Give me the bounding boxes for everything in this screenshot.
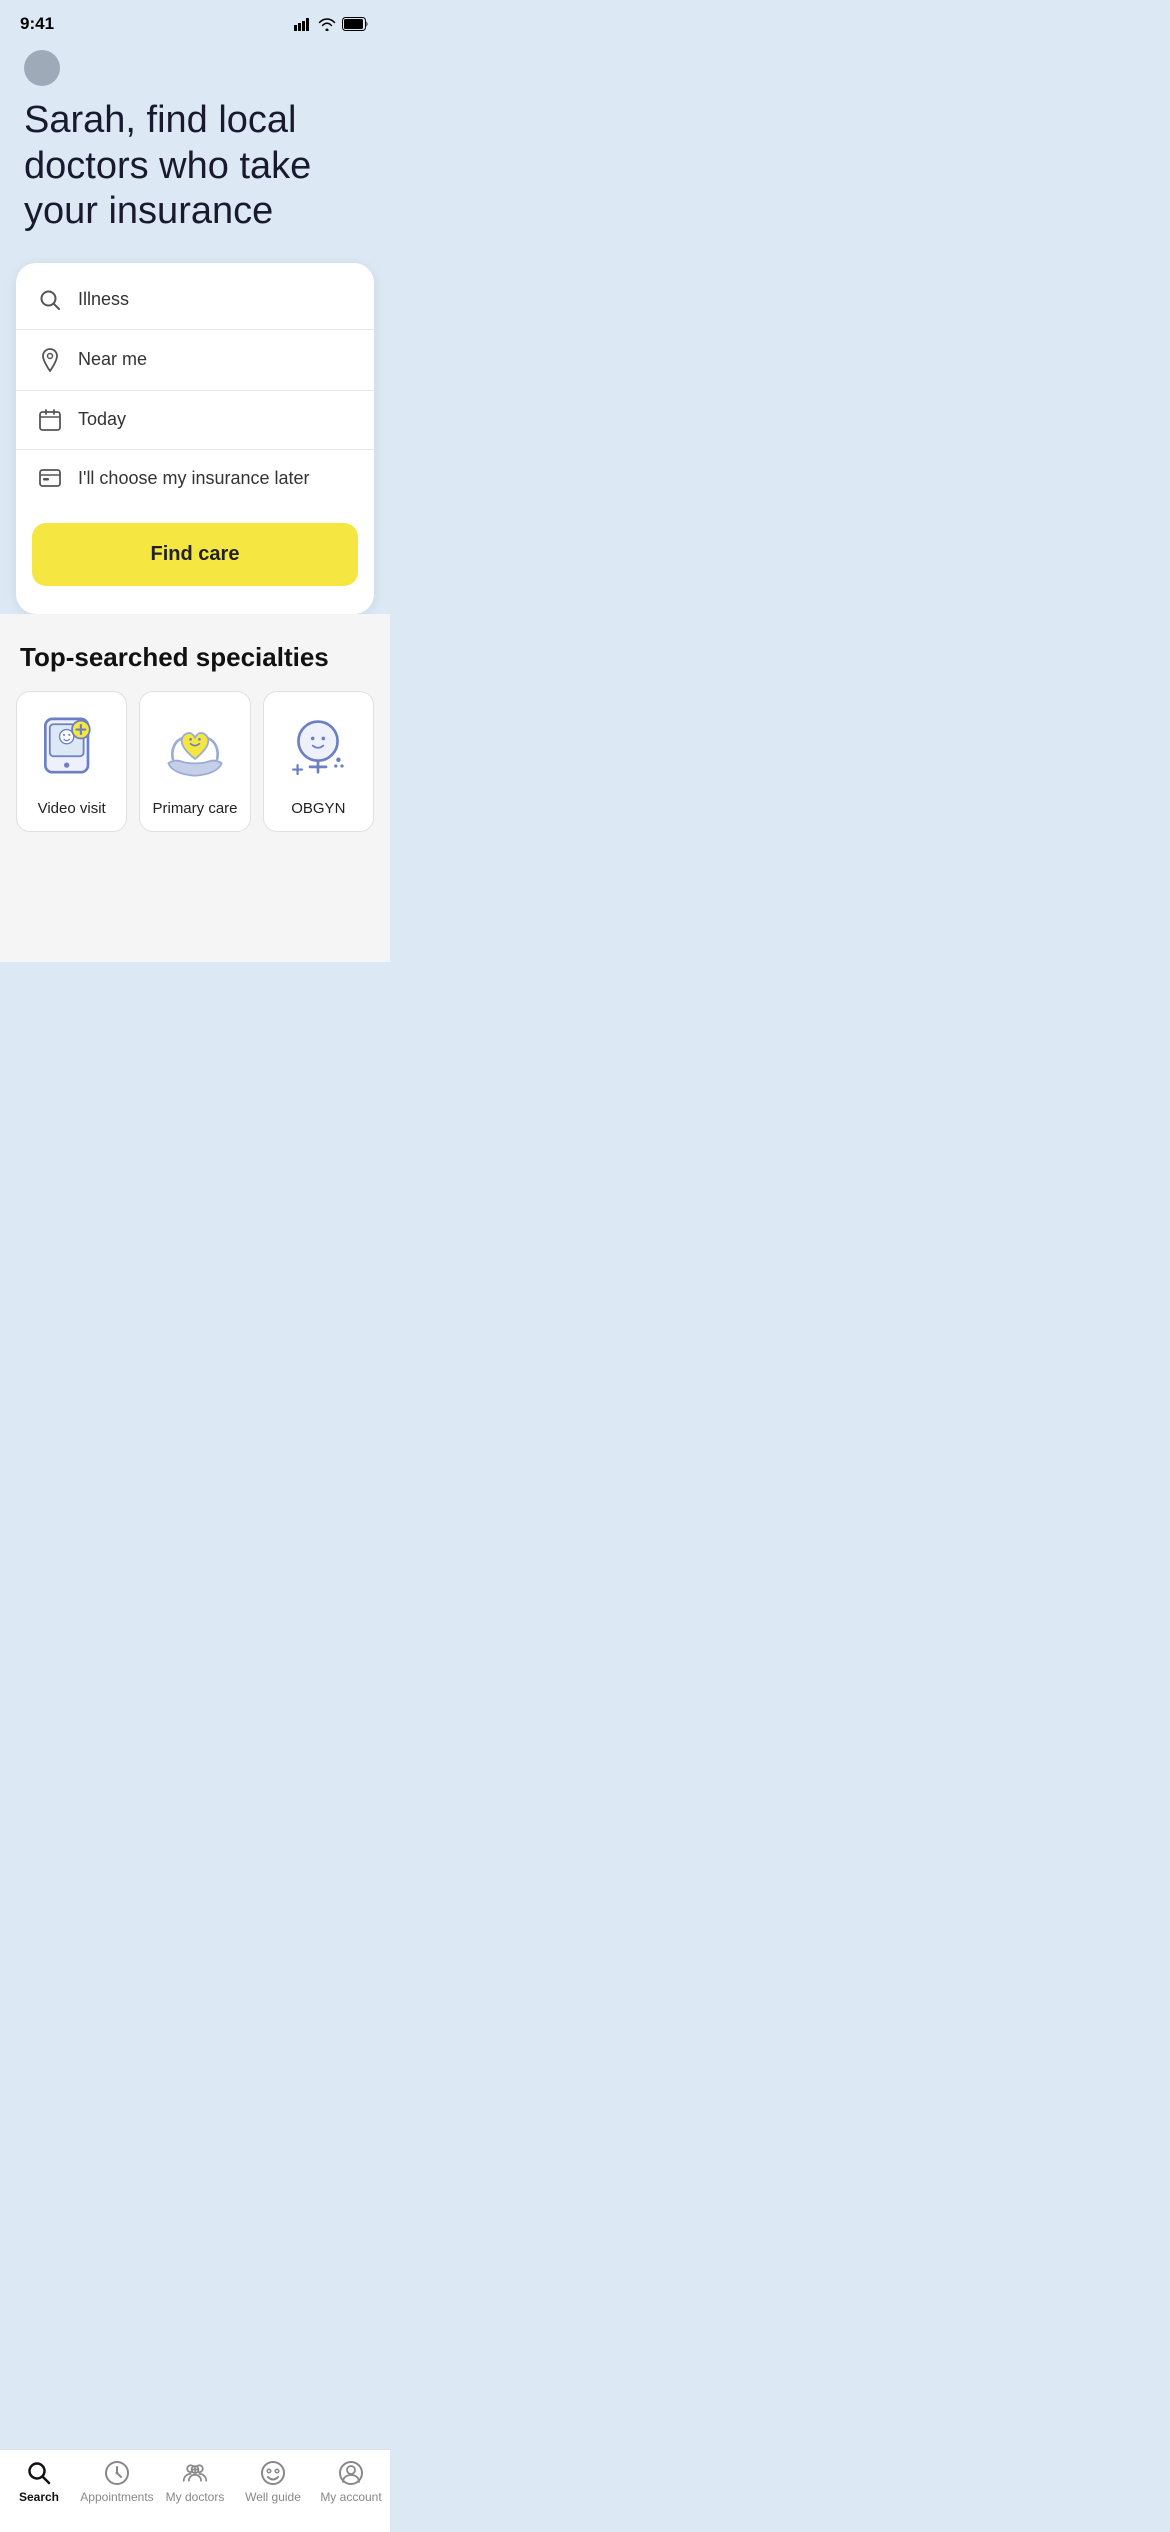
insurance-search-row[interactable]: I'll choose my insurance later — [16, 450, 374, 507]
nav-label-my-account: My account — [320, 2490, 381, 2504]
insurance-icon — [36, 469, 64, 487]
specialty-card-video-visit[interactable]: Video visit — [16, 691, 127, 832]
header-title: Sarah, find local doctors who take your … — [24, 98, 366, 235]
wifi-icon — [318, 17, 336, 31]
date-input[interactable]: Today — [78, 409, 126, 430]
location-input[interactable]: Near me — [78, 349, 147, 370]
search-icon — [36, 289, 64, 311]
nav-label-my-doctors: My doctors — [166, 2490, 225, 2504]
signal-icon — [294, 18, 312, 31]
specialty-label-obgyn: OBGYN — [291, 800, 345, 817]
primary-care-icon — [155, 710, 235, 790]
location-search-row[interactable]: Near me — [16, 330, 374, 391]
insurance-input[interactable]: I'll choose my insurance later — [78, 468, 310, 489]
battery-icon — [342, 17, 370, 31]
search-nav-icon — [26, 2460, 52, 2486]
location-icon — [36, 348, 64, 372]
specialty-label-video-visit: Video visit — [38, 800, 106, 817]
nav-label-search: Search — [19, 2490, 59, 2504]
nav-item-search[interactable]: Search — [0, 2460, 78, 2504]
obgyn-icon — [278, 710, 358, 790]
specialties-row: Video visit Primary care — [0, 691, 390, 852]
main-content: Top-searched specialties Video — [0, 614, 390, 962]
well-guide-nav-icon — [260, 2460, 286, 2486]
specialty-card-primary-care[interactable]: Primary care — [139, 691, 250, 832]
date-search-row[interactable]: Today — [16, 391, 374, 450]
illness-input[interactable]: Illness — [78, 289, 129, 310]
nav-item-my-doctors[interactable]: My doctors — [156, 2460, 234, 2504]
calendar-icon — [36, 409, 64, 431]
status-time: 9:41 — [20, 14, 54, 34]
nav-item-my-account[interactable]: My account — [312, 2460, 390, 2504]
status-icons — [294, 17, 370, 31]
avatar — [24, 50, 60, 86]
video-visit-icon — [32, 710, 112, 790]
nav-item-appointments[interactable]: Appointments — [78, 2460, 156, 2504]
specialty-label-primary-care: Primary care — [152, 800, 237, 817]
nav-label-appointments: Appointments — [80, 2490, 153, 2504]
find-care-button[interactable]: Find care — [32, 523, 358, 586]
illness-search-row[interactable]: Illness — [16, 271, 374, 330]
header-area: Sarah, find local doctors who take your … — [0, 40, 390, 263]
nav-item-well-guide[interactable]: Well guide — [234, 2460, 312, 2504]
appointments-nav-icon — [104, 2460, 130, 2486]
search-card: Illness Near me Today — [16, 263, 374, 614]
status-bar: 9:41 — [0, 0, 390, 40]
nav-label-well-guide: Well guide — [245, 2490, 301, 2504]
specialty-card-obgyn[interactable]: OBGYN — [263, 691, 374, 832]
specialties-section-title: Top-searched specialties — [0, 642, 390, 691]
bottom-nav: Search Appointments — [0, 2449, 390, 2532]
my-account-nav-icon — [338, 2460, 364, 2486]
my-doctors-nav-icon — [182, 2460, 208, 2486]
